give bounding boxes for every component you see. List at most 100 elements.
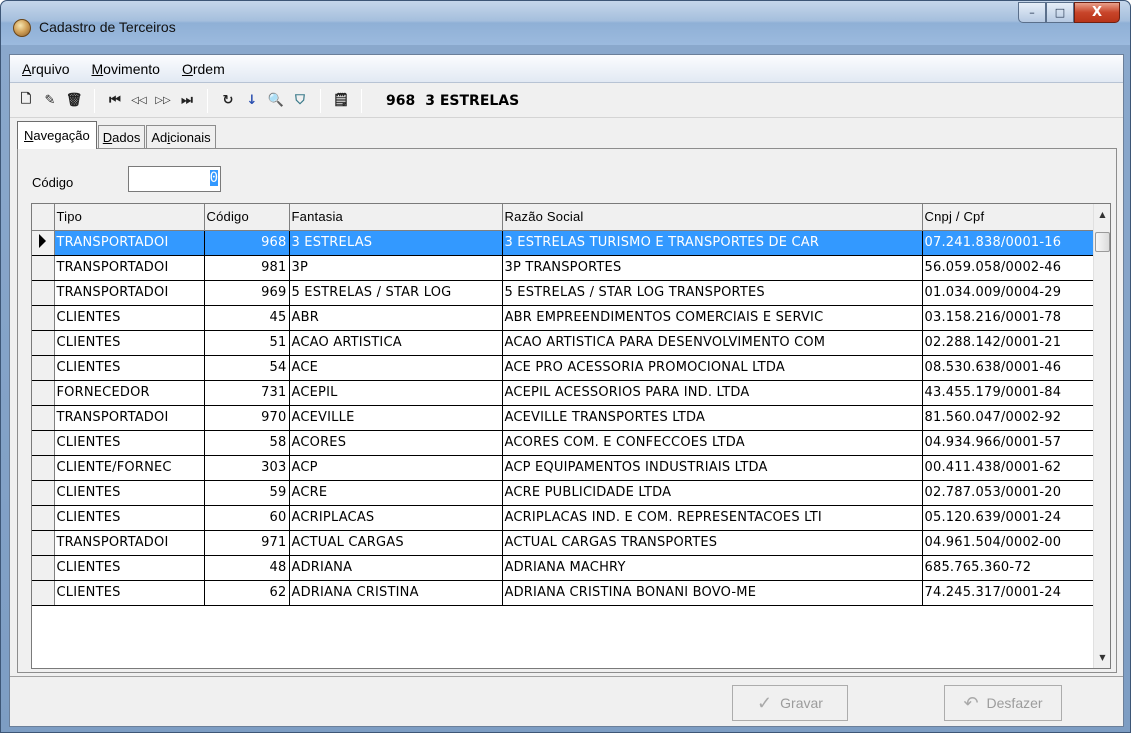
cell-codigo[interactable]: 303	[204, 455, 290, 481]
cell-razao-social[interactable]: ACRIPLACAS IND. E COM. REPRESENTACOES LT…	[502, 505, 923, 531]
cell-tipo[interactable]: CLIENTES	[54, 305, 205, 331]
cell-tipo[interactable]: TRANSPORTADOI	[54, 255, 205, 281]
cell-razao-social[interactable]: 3P TRANSPORTES	[502, 255, 923, 281]
table-row[interactable]: CLIENTES 62 ADRIANA CRISTINA ADRIANA CRISTI…	[32, 580, 1096, 606]
close-button[interactable]: X	[1074, 2, 1120, 23]
scroll-thumb[interactable]	[1095, 232, 1110, 252]
filter-funnel-icon[interactable]: ⛉	[288, 89, 312, 113]
cell-tipo[interactable]: TRANSPORTADOI	[54, 230, 205, 256]
new-doc-icon[interactable]: 🗋	[14, 89, 38, 113]
cell-tipo[interactable]: CLIENTES	[54, 580, 205, 606]
cell-tipo[interactable]: CLIENTE/FORNEC	[54, 455, 205, 481]
cell-fantasia[interactable]: ACTUAL CARGAS	[289, 530, 503, 556]
cell-codigo[interactable]: 62	[204, 580, 290, 606]
cell-razao-social[interactable]: ACP EQUIPAMENTOS INDUSTRIAIS LTDA	[502, 455, 923, 481]
menu-movimento[interactable]: Movimento	[91, 61, 159, 77]
cell-cnpj-cpf[interactable]: 43.455.179/0001-84	[922, 380, 1096, 406]
cell-razao-social[interactable]: ACE PRO ACESSORIA PROMOCIONAL LTDA	[502, 355, 923, 381]
cell-codigo[interactable]: 58	[204, 430, 290, 456]
cell-razao-social[interactable]: ACRE PUBLICIDADE LTDA	[502, 480, 923, 506]
cell-codigo[interactable]: 970	[204, 405, 290, 431]
cell-fantasia[interactable]: ACEPIL	[289, 380, 503, 406]
table-row[interactable]: CLIENTES 45 ABR ABR EMPREENDIMENTOS COMERCI…	[32, 305, 1096, 331]
cell-cnpj-cpf[interactable]: 01.034.009/0004-29	[922, 280, 1096, 306]
cell-fantasia[interactable]: 3P	[289, 255, 503, 281]
cell-codigo[interactable]: 981	[204, 255, 290, 281]
properties-icon[interactable]: 🗒	[329, 89, 353, 113]
cell-razao-social[interactable]: ACTUAL CARGAS TRANSPORTES	[502, 530, 923, 556]
cell-codigo[interactable]: 968	[204, 230, 290, 256]
cell-codigo[interactable]: 60	[204, 505, 290, 531]
cell-cnpj-cpf[interactable]: 03.158.216/0001-78	[922, 305, 1096, 331]
cell-codigo[interactable]: 59	[204, 480, 290, 506]
column-header-cnpj-cpf[interactable]: Cnpj / Cpf	[922, 204, 1096, 231]
refresh-icon[interactable]: ↻	[216, 89, 240, 113]
cell-codigo[interactable]: 731	[204, 380, 290, 406]
desfazer-button[interactable]: ↶ Desfazer	[944, 685, 1062, 721]
table-row[interactable]: CLIENTES 59 ACRE ACRE PUBLICIDADE LTDA 02.78…	[32, 480, 1096, 506]
cell-fantasia[interactable]: ADRIANA	[289, 555, 503, 581]
cell-razao-social[interactable]: ADRIANA MACHRY	[502, 555, 923, 581]
cell-fantasia[interactable]: ACEVILLE	[289, 405, 503, 431]
column-header-fantasia[interactable]: Fantasia	[289, 204, 503, 231]
delete-trash-icon[interactable]: 🗑	[62, 89, 86, 113]
cell-fantasia[interactable]: ADRIANA CRISTINA	[289, 580, 503, 606]
tab-dados[interactable]: Dados	[97, 125, 146, 149]
cell-codigo[interactable]: 51	[204, 330, 290, 356]
table-row[interactable]: FORNECEDOR 731 ACEPIL ACEPIL ACESSORIOS PAR…	[32, 380, 1096, 406]
table-row[interactable]: TRANSPORTADOI 970 ACEVILLE ACEVILLE TRANSPO…	[32, 405, 1096, 431]
table-row[interactable]: TRANSPORTADOI 969 5 ESTRELAS / STAR LOG 5 E…	[32, 280, 1096, 306]
column-header-tipo[interactable]: Tipo	[54, 204, 205, 231]
cell-tipo[interactable]: CLIENTES	[54, 355, 205, 381]
cell-fantasia[interactable]: 5 ESTRELAS / STAR LOG	[289, 280, 503, 306]
prior-record-icon[interactable]: ◁◁	[127, 89, 151, 113]
cell-razao-social[interactable]: 5 ESTRELAS / STAR LOG TRANSPORTES	[502, 280, 923, 306]
cell-codigo[interactable]: 45	[204, 305, 290, 331]
scroll-up-icon[interactable]: ▲	[1094, 206, 1110, 223]
cell-cnpj-cpf[interactable]: 56.059.058/0002-46	[922, 255, 1096, 281]
cell-tipo[interactable]: TRANSPORTADOI	[54, 280, 205, 306]
tab-adicionais[interactable]: Ad i cionais	[146, 125, 216, 149]
table-row[interactable]: CLIENTES 60 ACRIPLACAS ACRIPLACAS IND. E CO…	[32, 505, 1096, 531]
maximize-button[interactable]: □	[1046, 2, 1074, 23]
cell-cnpj-cpf[interactable]: 02.288.142/0001-21	[922, 330, 1096, 356]
tab-navegacao[interactable]: Navegação	[17, 121, 97, 149]
last-record-icon[interactable]: ⏭	[175, 89, 199, 113]
cell-cnpj-cpf[interactable]: 74.245.317/0001-24	[922, 580, 1096, 606]
table-row[interactable]: CLIENTES 51 ACAO ARTISTICA ACAO ARTISTICA P…	[32, 330, 1096, 356]
cell-codigo[interactable]: 54	[204, 355, 290, 381]
cell-fantasia[interactable]: ACORES	[289, 430, 503, 456]
first-record-icon[interactable]: ⏮	[103, 89, 127, 113]
cell-tipo[interactable]: CLIENTES	[54, 480, 205, 506]
cell-fantasia[interactable]: ABR	[289, 305, 503, 331]
cell-tipo[interactable]: CLIENTES	[54, 430, 205, 456]
codigo-input[interactable]: 0	[128, 166, 221, 192]
grid-vertical-scrollbar[interactable]: ▲ ▼	[1093, 204, 1110, 668]
cell-razao-social[interactable]: ACAO ARTISTICA PARA DESENVOLVIMENTO COM	[502, 330, 923, 356]
find-binoculars-icon[interactable]: 🔍	[264, 89, 288, 113]
records-grid[interactable]: Tipo Código Fantasia Razão Social Cnpj /…	[31, 203, 1111, 669]
cell-fantasia[interactable]: ACRE	[289, 480, 503, 506]
menu-ordem[interactable]: Ordem	[182, 61, 225, 77]
cell-razao-social[interactable]: ACORES COM. E CONFECCOES LTDA	[502, 430, 923, 456]
table-row[interactable]: CLIENTES 58 ACORES ACORES COM. E CONFECCOES…	[32, 430, 1096, 456]
cell-tipo[interactable]: CLIENTES	[54, 330, 205, 356]
cell-razao-social[interactable]: ACEPIL ACESSORIOS PARA IND. LTDA	[502, 380, 923, 406]
column-header-razao-social[interactable]: Razão Social	[502, 204, 923, 231]
next-record-icon[interactable]: ▷▷	[151, 89, 175, 113]
table-row[interactable]: CLIENTE/FORNEC 303 ACP ACP EQUIPAMENTOS IND…	[32, 455, 1096, 481]
cell-cnpj-cpf[interactable]: 02.787.053/0001-20	[922, 480, 1096, 506]
cell-cnpj-cpf[interactable]: 04.934.966/0001-57	[922, 430, 1096, 456]
cell-cnpj-cpf[interactable]: 685.765.360-72	[922, 555, 1096, 581]
cell-razao-social[interactable]: ABR EMPREENDIMENTOS COMERCIAIS E SERVIC	[502, 305, 923, 331]
cell-razao-social[interactable]: ACEVILLE TRANSPORTES LTDA	[502, 405, 923, 431]
cell-cnpj-cpf[interactable]: 07.241.838/0001-16	[922, 230, 1096, 256]
cell-cnpj-cpf[interactable]: 81.560.047/0002-92	[922, 405, 1096, 431]
cell-fantasia[interactable]: ACRIPLACAS	[289, 505, 503, 531]
cell-codigo[interactable]: 969	[204, 280, 290, 306]
cell-cnpj-cpf[interactable]: 00.411.438/0001-62	[922, 455, 1096, 481]
cell-fantasia[interactable]: ACAO ARTISTICA	[289, 330, 503, 356]
table-row[interactable]: TRANSPORTADOI 968 3 ESTRELAS 3 ESTRELAS TUR…	[32, 230, 1096, 256]
table-row[interactable]: TRANSPORTADOI 971 ACTUAL CARGAS ACTUAL CARG…	[32, 530, 1096, 556]
cell-razao-social[interactable]: ADRIANA CRISTINA BONANI BOVO-ME	[502, 580, 923, 606]
